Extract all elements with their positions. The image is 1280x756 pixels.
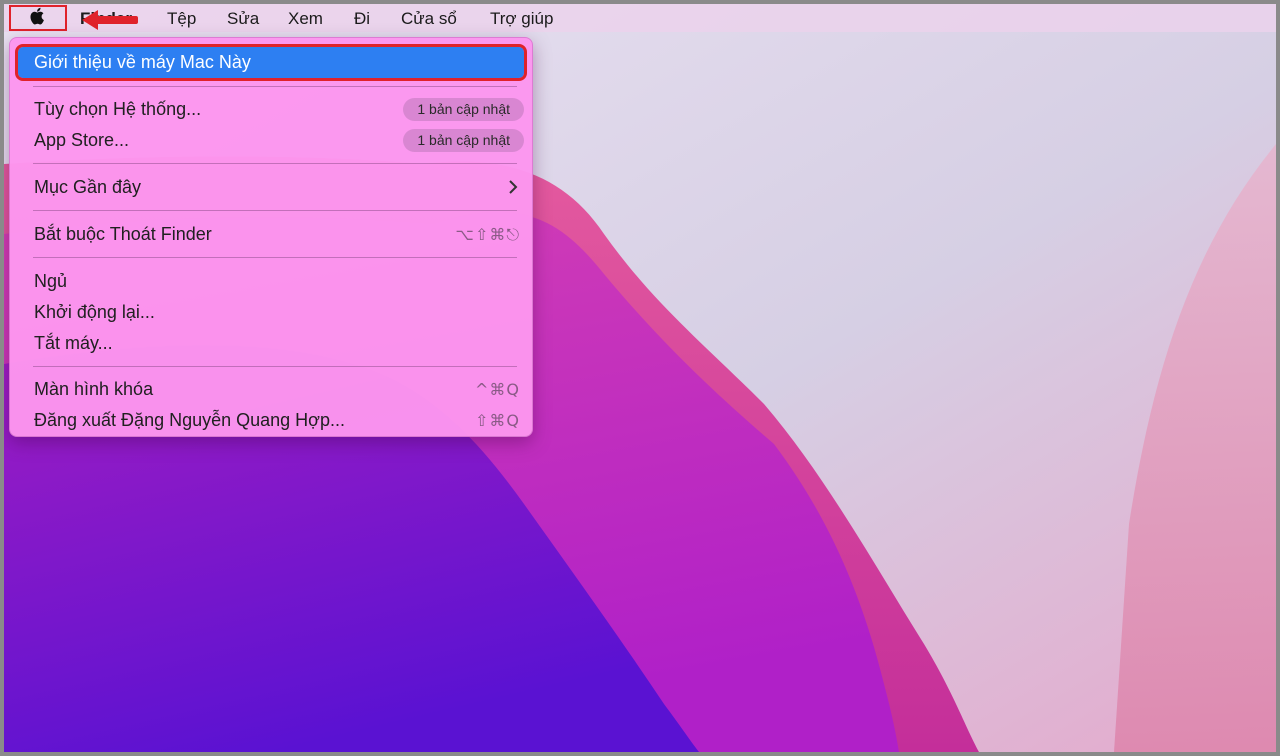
separator [33,86,517,87]
menu-item-label: Màn hình khóa [34,379,154,399]
screen-frame: Finder Tệp Sửa Xem Đi Cửa sổ Trợ giúp Gi… [0,0,1280,756]
menu-item-shutdown[interactable]: Tắt máy... [18,328,524,359]
menu-item-lock-screen[interactable]: Màn hình khóa ^⌘Q [18,374,524,405]
menu-item-label: Tùy chọn Hệ thống... [34,99,202,119]
keyboard-shortcut: ⇧⌘Q [475,411,520,430]
menu-item-about-this-mac[interactable]: Giới thiệu về máy Mac Này [15,44,527,81]
separator [33,257,517,258]
menu-item-label: App Store... [34,130,130,150]
separator [33,366,517,367]
menu-item-label: Bắt buộc Thoát Finder [34,224,212,244]
menu-item-label: Mục Gần đây [34,177,142,197]
chevron-right-icon [509,180,518,194]
update-badge: 1 bản cập nhật [403,129,524,152]
menu-bar: Finder Tệp Sửa Xem Đi Cửa sổ Trợ giúp [4,4,1276,32]
apple-logo-icon [29,6,47,31]
menu-item-sleep[interactable]: Ngủ [18,266,524,297]
menu-item-label: Ngủ [34,271,68,291]
menu-item-label: Khởi động lại... [34,302,155,322]
menu-edit[interactable]: Sửa [227,9,259,29]
menu-go[interactable]: Đi [354,9,370,29]
menu-window[interactable]: Cửa sổ [401,9,457,29]
apple-menu-dropdown: Giới thiệu về máy Mac Này Tùy chọn Hệ th… [9,37,533,437]
menu-view[interactable]: Xem [288,9,323,29]
menu-item-label: Tắt máy... [34,333,113,353]
menu-item-app-store[interactable]: App Store... 1 bản cập nhật [18,125,524,156]
keyboard-shortcut: ⌥⇧⌘⎋ [455,225,520,244]
annotation-arrow-icon [82,10,138,30]
separator [33,210,517,211]
keyboard-shortcut: ^⌘Q [475,380,520,399]
menu-item-force-quit[interactable]: Bắt buộc Thoát Finder ⌥⇧⌘⎋ [18,219,524,250]
apple-menu-button[interactable] [9,5,67,31]
menu-item-logout[interactable]: Đăng xuất Đặng Nguyễn Quang Hợp... ⇧⌘Q [18,405,524,436]
menu-help[interactable]: Trợ giúp [490,9,553,29]
menu-item-label: Đăng xuất Đặng Nguyễn Quang Hợp... [34,410,345,430]
menu-item-system-preferences[interactable]: Tùy chọn Hệ thống... 1 bản cập nhật [18,94,524,125]
menu-item-restart[interactable]: Khởi động lại... [18,297,524,328]
menu-item-label: Giới thiệu về máy Mac Này [34,52,251,72]
separator [33,163,517,164]
menu-file[interactable]: Tệp [167,9,196,29]
update-badge: 1 bản cập nhật [403,98,524,121]
menu-item-recent-items[interactable]: Mục Gần đây [18,172,524,203]
